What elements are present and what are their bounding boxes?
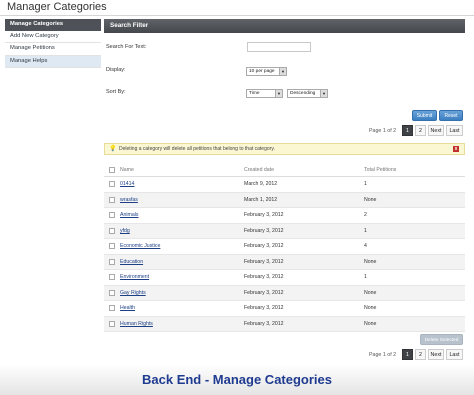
created-date: February 3, 2012 xyxy=(244,227,284,234)
created-date: March 9, 2012 xyxy=(244,181,278,188)
row-checkbox[interactable] xyxy=(109,320,115,327)
row-checkbox[interactable] xyxy=(109,181,115,188)
category-name-link[interactable]: wrasfas xyxy=(120,193,138,208)
row-checkbox[interactable] xyxy=(109,243,115,250)
chevron-down-icon: ▼ xyxy=(320,90,327,97)
row-checkbox[interactable] xyxy=(109,274,115,281)
display-label: Display: xyxy=(106,67,126,73)
caption: Back End - Manage Categories xyxy=(142,372,332,387)
created-date: February 3, 2012 xyxy=(244,212,284,219)
row-checkbox[interactable] xyxy=(109,227,115,234)
total-petitions: None xyxy=(364,258,377,265)
page-1-button-bottom[interactable]: 1 xyxy=(402,349,413,360)
total-petitions: None xyxy=(364,196,377,203)
total-petitions: 2 xyxy=(364,212,367,219)
created-date: February 3, 2012 xyxy=(244,289,284,296)
created-date: February 3, 2012 xyxy=(244,305,284,312)
page-1-button-top[interactable]: 1 xyxy=(402,125,413,136)
table-row: Gay Rights February 3, 2012 None xyxy=(104,285,465,301)
category-name-link[interactable]: Economic Justice xyxy=(120,239,160,254)
category-name-link[interactable]: Education xyxy=(120,255,143,270)
search-label: Search For Text: xyxy=(106,44,147,50)
created-date: February 3, 2012 xyxy=(244,320,284,327)
sort-field-value: Time xyxy=(249,91,260,96)
total-petitions: 1 xyxy=(364,274,367,281)
sidebar: Manage Categories Add New Category Manag… xyxy=(5,19,101,68)
table-body: 01414 March 9, 2012 1 wrasfas March 1, 2012 N… xyxy=(104,177,465,332)
display-select[interactable]: 10 per page ▼ xyxy=(246,67,287,76)
table-row: Environment February 3, 2012 1 xyxy=(104,270,465,286)
notice-text: Deleting a category will delete all peti… xyxy=(119,146,275,152)
delete-selected-button[interactable]: Delete Selected xyxy=(420,334,463,345)
column-header-created-date[interactable]: Created date xyxy=(244,164,274,176)
reset-button[interactable]: Reset xyxy=(439,110,463,121)
main-content: Search Filter Search For Text: Display: … xyxy=(104,19,465,360)
sidebar-item-manage-categories[interactable]: Manage Categories xyxy=(5,19,101,31)
table-row: Animals February 3, 2012 2 xyxy=(104,208,465,224)
last-button-top[interactable]: Last xyxy=(446,125,463,136)
sort-field-select[interactable]: Time ▼ xyxy=(246,89,283,98)
title-divider xyxy=(0,15,474,16)
delete-warning-notice: 💡 Deleting a category will delete all pe… xyxy=(104,143,465,155)
table-header-row: Name Created date Total Petitions xyxy=(104,164,465,177)
table-row: Education February 3, 2012 None xyxy=(104,254,465,270)
row-checkbox[interactable] xyxy=(109,305,115,312)
page-2-button-top[interactable]: 2 xyxy=(415,125,426,136)
table-row: 01414 March 9, 2012 1 xyxy=(104,177,465,193)
column-header-name[interactable]: Name xyxy=(120,164,134,176)
page-2-button-bottom[interactable]: 2 xyxy=(415,349,426,360)
created-date: February 3, 2012 xyxy=(244,243,284,250)
page-title: Manager Categories xyxy=(7,1,107,13)
category-name-link[interactable]: Human Rights xyxy=(120,317,153,332)
pager-label-bottom: Page 1 of 2 xyxy=(369,352,397,358)
pager-label-top: Page 1 of 2 xyxy=(369,128,397,134)
total-petitions: None xyxy=(364,289,377,296)
sidebar-item-manage-helps[interactable]: Manage Helps xyxy=(5,55,101,68)
total-petitions: None xyxy=(364,320,377,327)
select-all-checkbox[interactable] xyxy=(109,167,115,173)
column-header-total-petitions[interactable]: Total Petitions xyxy=(364,164,396,176)
row-checkbox[interactable] xyxy=(109,258,115,265)
total-petitions: 1 xyxy=(364,181,367,188)
category-name-link[interactable]: Health xyxy=(120,301,135,316)
search-filter-header: Search Filter xyxy=(104,19,465,33)
category-name-link[interactable]: Gay Rights xyxy=(120,286,146,301)
next-button-bottom[interactable]: Next xyxy=(428,349,444,360)
table-row: Economic Justice February 3, 2012 4 xyxy=(104,239,465,255)
sort-order-select[interactable]: Descending ▼ xyxy=(287,89,328,98)
created-date: March 1, 2012 xyxy=(244,196,278,203)
table-row: wrasfas March 1, 2012 None xyxy=(104,192,465,208)
next-button-top[interactable]: Next xyxy=(428,125,444,136)
category-name-link[interactable]: yfdg xyxy=(120,224,130,239)
total-petitions: None xyxy=(364,305,377,312)
chevron-down-icon: ▼ xyxy=(279,68,286,75)
row-checkbox[interactable] xyxy=(109,196,115,203)
close-icon[interactable]: x xyxy=(453,146,459,152)
chevron-down-icon: ▼ xyxy=(275,90,282,97)
sidebar-item-add-new-category[interactable]: Add New Category xyxy=(5,30,101,43)
sort-order-value: Descending xyxy=(290,91,316,96)
sort-label: Sort By: xyxy=(106,89,126,95)
table-row: Health February 3, 2012 None xyxy=(104,301,465,317)
submit-button[interactable]: Submit xyxy=(412,110,437,121)
search-input[interactable] xyxy=(247,42,311,52)
categories-table: Name Created date Total Petitions 01414 M… xyxy=(104,164,465,332)
created-date: February 3, 2012 xyxy=(244,258,284,265)
display-select-value: 10 per page xyxy=(249,69,275,74)
table-row: yfdg February 3, 2012 1 xyxy=(104,223,465,239)
total-petitions: 1 xyxy=(364,227,367,234)
total-petitions: 4 xyxy=(364,243,367,250)
category-name-link[interactable]: Environment xyxy=(120,270,149,285)
category-name-link[interactable]: 01414 xyxy=(120,177,134,192)
lightbulb-icon: 💡 xyxy=(109,146,117,152)
created-date: February 3, 2012 xyxy=(244,274,284,281)
row-checkbox[interactable] xyxy=(109,289,115,296)
category-name-link[interactable]: Animals xyxy=(120,208,138,223)
last-button-bottom[interactable]: Last xyxy=(446,349,463,360)
sidebar-item-manage-petitions[interactable]: Manage Petitions xyxy=(5,43,101,56)
row-checkbox[interactable] xyxy=(109,212,115,219)
table-row: Human Rights February 3, 2012 None xyxy=(104,316,465,332)
